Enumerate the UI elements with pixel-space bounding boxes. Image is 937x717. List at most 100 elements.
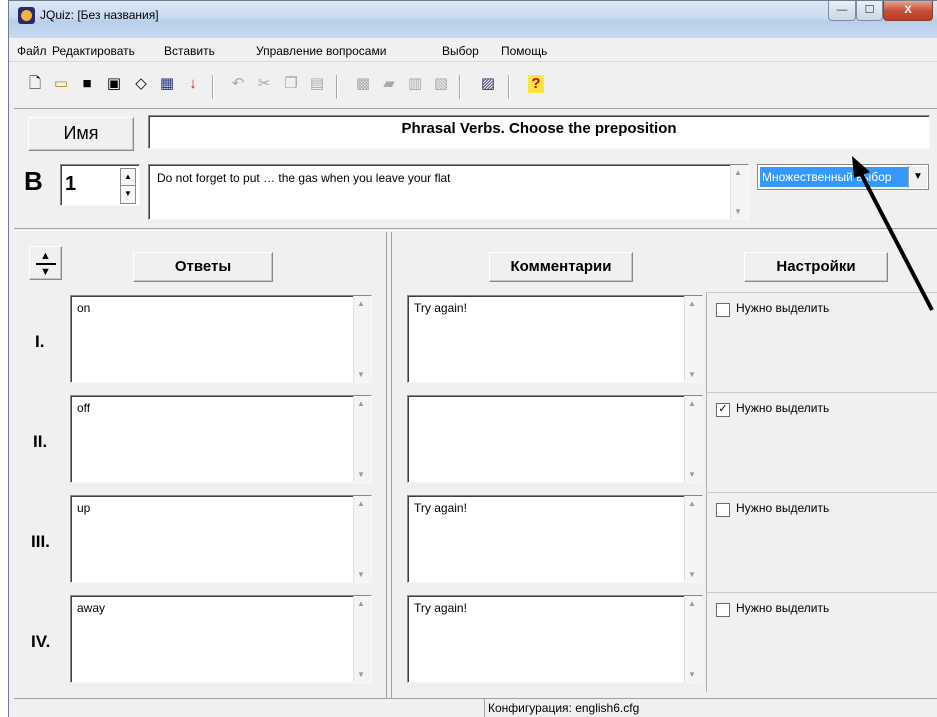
scroll-up-icon[interactable]: ▲ (688, 299, 696, 308)
question-number-value: 1 (65, 173, 77, 195)
question-number-spinner[interactable]: 1 ▲ ▼ (60, 164, 140, 206)
answer-text: off (77, 401, 91, 415)
eraser-icon[interactable]: ◇ (131, 73, 151, 95)
down-arrow-icon[interactable]: ↓ (183, 73, 203, 95)
save-icon[interactable]: ■ (77, 73, 97, 95)
scroll-down-icon[interactable]: ▼ (688, 670, 696, 679)
copy-icon[interactable]: ❐ (281, 73, 301, 95)
answer-numeral: IV. (31, 632, 51, 651)
answer-field[interactable]: away ▲ ▼ (70, 595, 372, 683)
answer-numeral: I. (35, 332, 45, 351)
answer-numeral: II. (33, 432, 48, 451)
horizontal-divider (14, 228, 937, 231)
comment-scrollbar[interactable]: ▲ ▼ (684, 296, 702, 382)
pattern-icon[interactable]: ▥ (405, 73, 425, 95)
answer-settings-cell: Нужно выделить (706, 592, 937, 692)
correct-label[interactable]: Нужно выделить (736, 301, 829, 315)
correct-checkbox[interactable]: ✓ (716, 403, 730, 417)
comment-text: Try again! (414, 301, 467, 315)
web-export-icon[interactable]: ▦ (157, 73, 177, 95)
maximize-button[interactable]: ☐ (856, 1, 883, 21)
web-page-icon[interactable]: ▩ (353, 73, 373, 95)
annotation-arrow (852, 156, 934, 311)
scroll-up-icon[interactable]: ▲ (357, 499, 365, 508)
answers-header-button[interactable]: Ответы (133, 252, 273, 282)
pattern2-icon[interactable]: ▧ (431, 73, 451, 95)
config-status: Конфигурация: english6.cfg (484, 698, 937, 717)
question-scrollbar[interactable]: ▲ ▼ (730, 165, 748, 219)
open-folder-icon[interactable]: ▭ (51, 73, 71, 95)
paste-icon[interactable]: ▤ (307, 73, 327, 95)
comment-field[interactable]: Try again! ▲ ▼ (407, 495, 703, 583)
scroll-down-icon[interactable]: ▼ (357, 470, 365, 479)
menu-manage-questions[interactable]: Управление вопросами (256, 44, 386, 58)
comment-field[interactable]: Try again! ▲ ▼ (407, 295, 703, 383)
scroll-up-icon[interactable]: ▲ (734, 168, 742, 177)
answer-scrollbar[interactable]: ▲ ▼ (353, 596, 371, 682)
move-down-icon: ▼ (40, 266, 51, 278)
comments-header-button[interactable]: Комментарии (489, 252, 633, 282)
scroll-up-icon[interactable]: ▲ (357, 299, 365, 308)
menu-insert[interactable]: Вставить (164, 44, 215, 58)
menu-help[interactable]: Помощь (501, 44, 547, 58)
correct-checkbox[interactable] (716, 503, 730, 517)
toolbar-separator (336, 75, 338, 99)
reorder-answers-button[interactable]: ▲ ▼ (29, 246, 62, 280)
menu-file[interactable]: Файл (17, 44, 47, 58)
menu-edit[interactable]: Редактировать (52, 44, 135, 58)
comment-scrollbar[interactable]: ▲ ▼ (684, 496, 702, 582)
save-as-icon[interactable]: ▣ (104, 73, 124, 95)
answer-field[interactable]: off ▲ ▼ (70, 395, 372, 483)
menu-options[interactable]: Выбор (442, 44, 479, 58)
scroll-up-icon[interactable]: ▲ (688, 399, 696, 408)
undo-icon[interactable]: ↶ (228, 73, 248, 95)
comment-scrollbar[interactable]: ▲ ▼ (684, 396, 702, 482)
cut-icon[interactable]: ✂ (254, 73, 274, 95)
answer-field[interactable]: on ▲ ▼ (70, 295, 372, 383)
correct-label[interactable]: Нужно выделить (736, 401, 829, 415)
minimize-button[interactable]: — (828, 1, 856, 21)
scroll-up-icon[interactable]: ▲ (357, 399, 365, 408)
comment-field[interactable]: Try again! ▲ ▼ (407, 595, 703, 683)
jquiz-app-icon[interactable] (18, 7, 35, 24)
comment-field[interactable]: ▲ ▼ (407, 395, 703, 483)
comment-scrollbar[interactable]: ▲ ▼ (684, 596, 702, 682)
question-text: Do not forget to put … the gas when you … (157, 171, 451, 185)
hot-potatoes-icon[interactable]: ▰ (379, 73, 399, 95)
spin-down-icon[interactable]: ▼ (120, 185, 136, 204)
scroll-down-icon[interactable]: ▼ (734, 207, 742, 216)
scroll-down-icon[interactable]: ▼ (357, 670, 365, 679)
scroll-up-icon[interactable]: ▲ (357, 599, 365, 608)
correct-checkbox[interactable] (716, 303, 730, 317)
scroll-up-icon[interactable]: ▲ (688, 499, 696, 508)
new-file-icon[interactable]: 🗋 (25, 73, 45, 95)
answer-scrollbar[interactable]: ▲ ▼ (353, 496, 371, 582)
toolbar-separator (459, 75, 461, 99)
scroll-down-icon[interactable]: ▼ (688, 570, 696, 579)
comment-text: Try again! (414, 501, 467, 515)
correct-label[interactable]: Нужно выделить (736, 501, 829, 515)
vertical-splitter[interactable] (386, 232, 392, 698)
correct-label[interactable]: Нужно выделить (736, 601, 829, 615)
scroll-down-icon[interactable]: ▼ (688, 470, 696, 479)
toolbar-separator (508, 75, 510, 99)
help-icon[interactable]: ? (528, 75, 544, 93)
answer-settings-cell: ✓ Нужно выделить (706, 392, 937, 492)
comment-text: Try again! (414, 601, 467, 615)
scroll-down-icon[interactable]: ▼ (688, 370, 696, 379)
answer-text: on (77, 301, 91, 315)
move-up-icon: ▲ (40, 250, 51, 262)
scroll-down-icon[interactable]: ▼ (357, 570, 365, 579)
quiz-title-field[interactable]: Phrasal Verbs. Choose the preposition (148, 115, 930, 149)
scroll-up-icon[interactable]: ▲ (688, 599, 696, 608)
answer-scrollbar[interactable]: ▲ ▼ (353, 296, 371, 382)
answer-text: away (77, 601, 106, 615)
correct-checkbox[interactable] (716, 603, 730, 617)
close-button[interactable]: X (883, 1, 933, 21)
answer-scrollbar[interactable]: ▲ ▼ (353, 396, 371, 482)
scroll-down-icon[interactable]: ▼ (357, 370, 365, 379)
color-icon[interactable]: ▨ (478, 73, 498, 95)
answer-field[interactable]: up ▲ ▼ (70, 495, 372, 583)
name-button[interactable]: Имя (28, 117, 134, 151)
question-text-field[interactable]: Do not forget to put … the gas when you … (148, 164, 749, 220)
